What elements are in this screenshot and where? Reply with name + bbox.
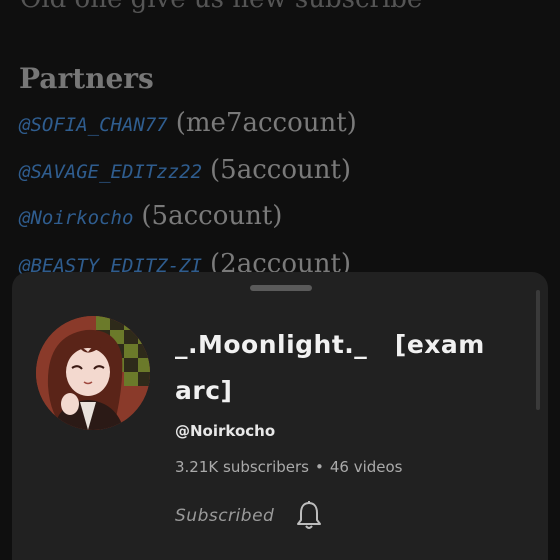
partner-note: (me7account) <box>175 108 357 138</box>
subscribed-button[interactable]: Subscribed <box>175 506 274 526</box>
subscribe-row: Subscribed <box>175 498 324 534</box>
partner-row: @SAVAGE_EDITzz22 (5account) <box>19 155 351 185</box>
partner-handle-link[interactable]: @SOFIA_CHAN77 <box>19 114 168 136</box>
channel-bottom-sheet: _.Moonlight._ [exam arc] @Noirkocho 3.21… <box>12 272 548 560</box>
partner-handle-link[interactable]: @Noirkocho <box>19 207 133 229</box>
channel-stats: 3.21K subscribers • 46 videos <box>175 458 403 476</box>
video-count: 46 videos <box>329 458 403 476</box>
channel-avatar[interactable] <box>36 316 150 430</box>
channel-name: _.Moonlight._ [exam arc] <box>175 330 495 405</box>
partner-note: (5account) <box>210 155 352 185</box>
description-line: Old one give us new subscribe <box>20 0 422 14</box>
channel-handle: @Noirkocho <box>175 422 276 440</box>
subscriber-count: 3.21K subscribers <box>175 458 309 476</box>
partner-row: @SOFIA_CHAN77 (me7account) <box>19 108 357 138</box>
scrollbar[interactable] <box>536 290 540 410</box>
partner-handle-link[interactable]: @SAVAGE_EDITzz22 <box>19 161 202 183</box>
partners-heading: Partners <box>19 62 154 95</box>
stats-separator: • <box>314 458 324 476</box>
anime-avatar-icon <box>36 316 150 430</box>
sheet-drag-handle[interactable] <box>250 285 312 291</box>
bell-icon[interactable] <box>294 500 324 532</box>
partner-row: @Noirkocho (5account) <box>19 201 282 231</box>
partner-note: (5account) <box>141 201 283 231</box>
